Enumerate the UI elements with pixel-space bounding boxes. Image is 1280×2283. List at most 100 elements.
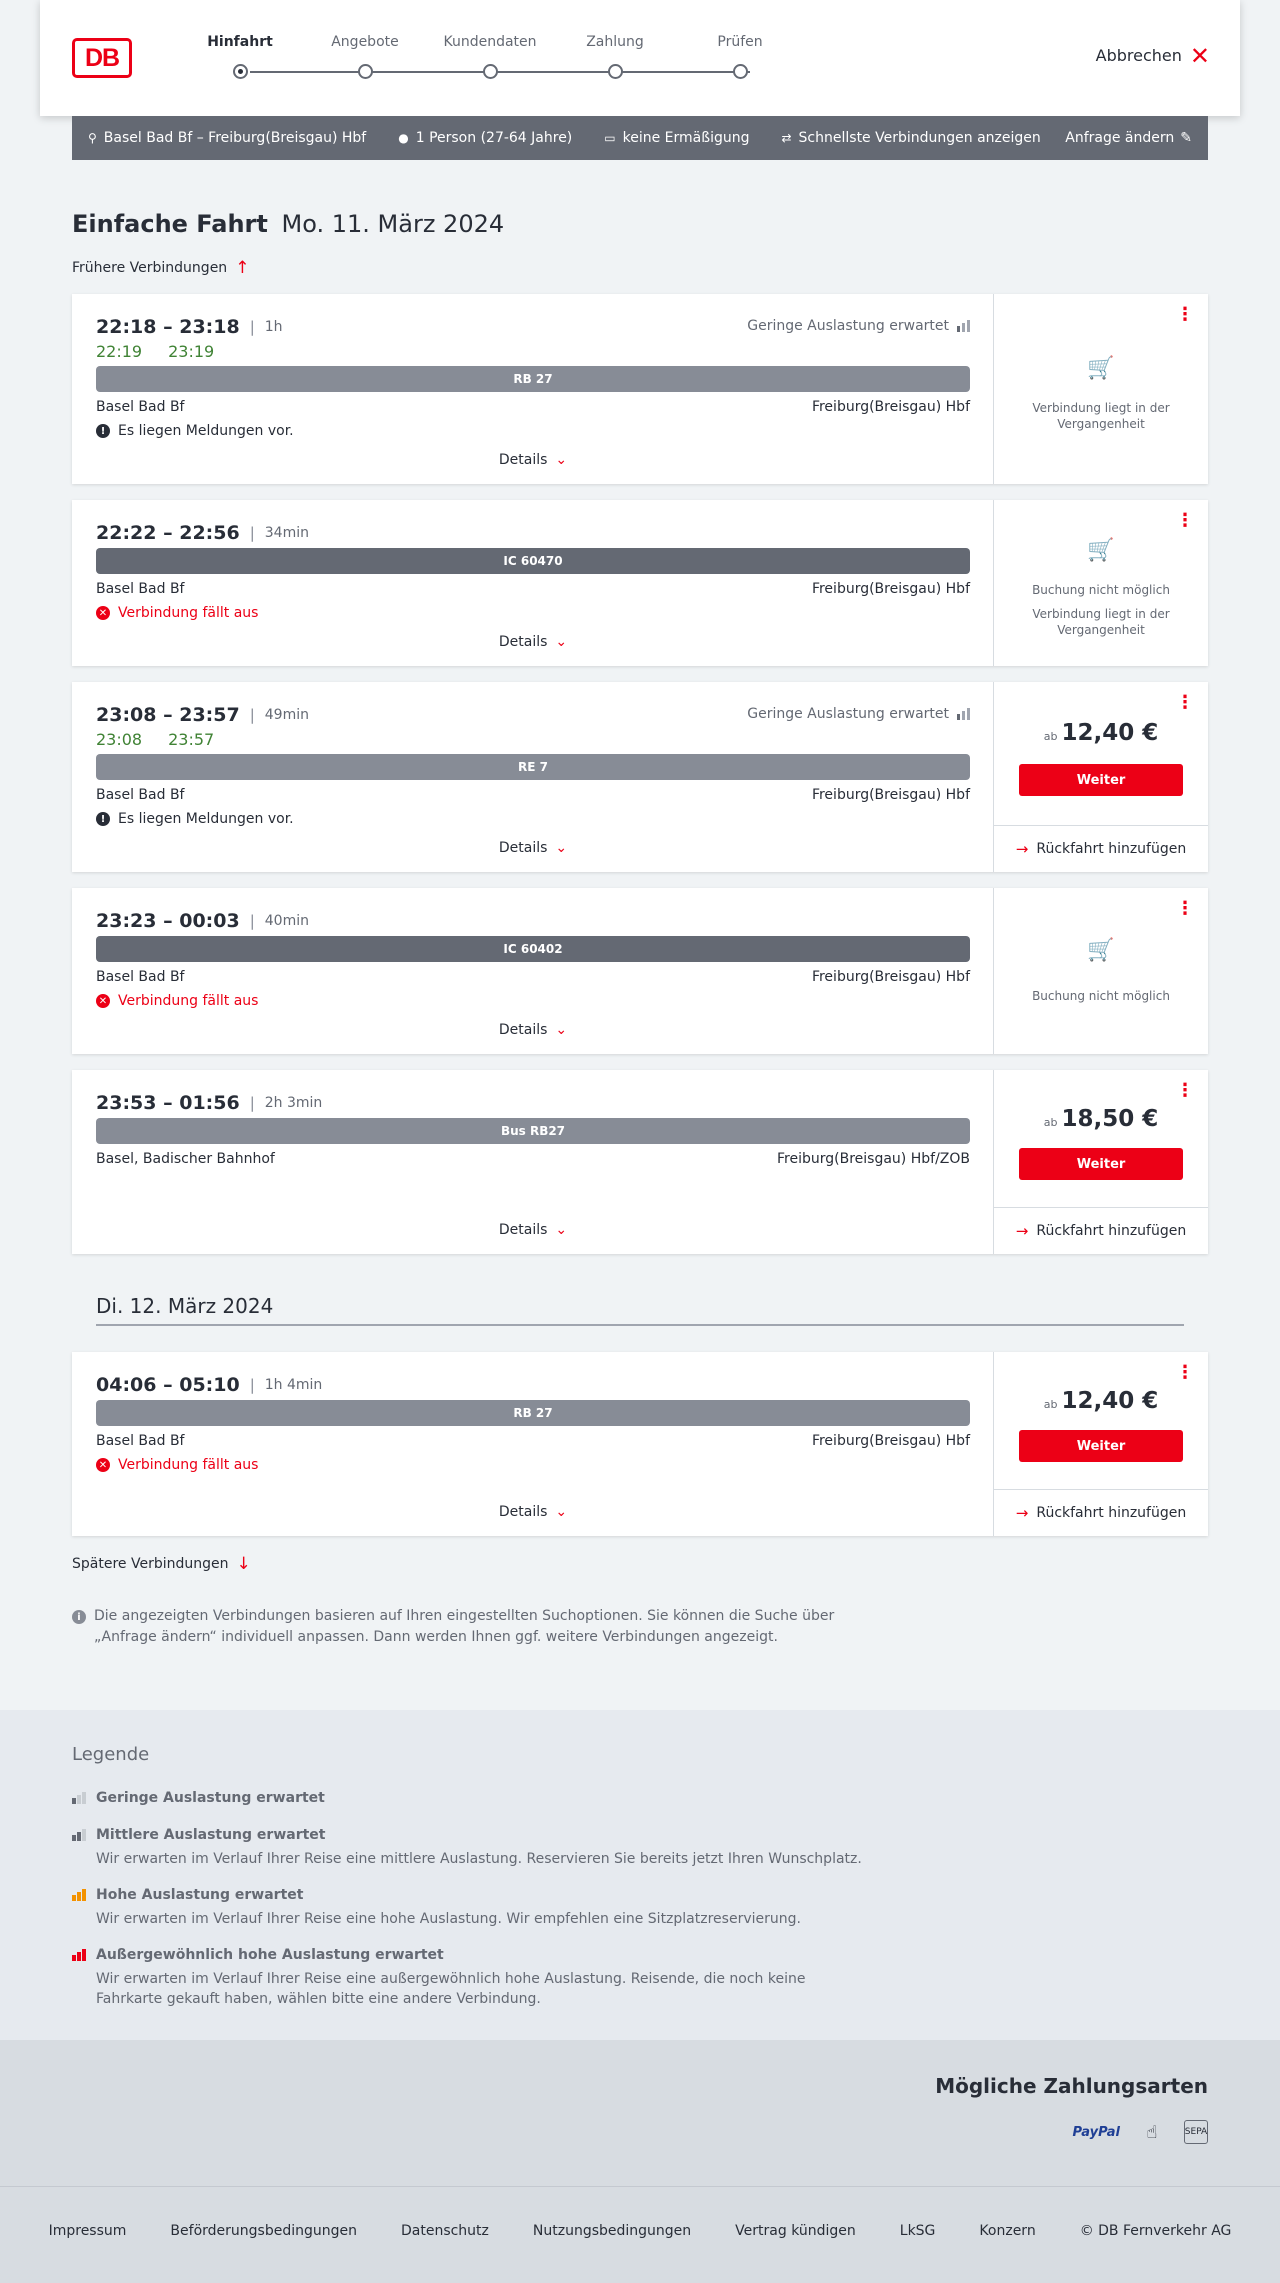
footer-link-datenschutz[interactable]: Datenschutz [401,2223,489,2239]
step-angebote[interactable]: Angebote [305,34,425,79]
realtime-times: 23:08 23:57 [96,730,215,749]
later-connections-link[interactable]: Spätere Verbindungen ↓ [72,1554,251,1574]
connection-info: 04:06 – 05:10 | 1h 4min RB 27 Basel Bad B… [72,1352,994,1536]
footer-link-vertrag-kuendigen[interactable]: Vertrag kündigen [735,2223,856,2239]
legend-item-medium: Mittlere Auslastung erwartet Wir erwarte… [72,1827,872,1869]
discount-summary: ▭ keine Ermäßigung [604,130,750,146]
info-note: i Die angezeigten Verbindungen basieren … [72,1606,852,1648]
train-bar[interactable]: IC 60470 [96,548,970,574]
offer-panel: ⋮ 🛒 Buchung nicht möglich Verbindung lie… [994,500,1208,666]
notice-message: ! Es liegen Meldungen vor. [96,811,294,827]
add-return-button[interactable]: → Rückfahrt hinzufügen [994,825,1208,872]
cancelled-x-icon: ✕ [96,606,110,620]
low-occupancy-icon [72,1792,88,1804]
more-options-icon[interactable]: ⋮ [1176,306,1194,324]
stations: Basel Bad Bf Freiburg(Breisgau) Hbf [96,1433,970,1449]
legend-item-low: Geringe Auslastung erwartet [72,1790,872,1806]
earlier-connections-link[interactable]: Frühere Verbindungen ↑ [72,258,249,278]
location-pin-icon: ⚲ [88,131,97,145]
connection-card: 22:22 – 22:56 | 34min IC 60470 Basel Bad … [72,500,1208,666]
train-bar[interactable]: RE 7 [96,754,970,780]
footer-links: Impressum Beförderungsbedingungen Datens… [0,2223,1280,2239]
more-options-icon[interactable]: ⋮ [1176,1364,1194,1382]
train-bar[interactable]: RB 27 [96,1400,970,1426]
offer-panel: ⋮ ab 18,50 € Weiter → Rückfahrt hinzufügen [994,1070,1208,1254]
details-button[interactable]: Details ⌄ [72,634,994,650]
connection-card: 22:18 – 23:18 | 1h 22:19 23:19 Geringe Aus… [72,294,1208,484]
train-bar[interactable]: IC 60402 [96,936,970,962]
low-occupancy-icon [957,320,971,332]
arrow-right-icon: → [1015,840,1029,858]
step-dot [233,64,248,79]
connection-info: 22:22 – 22:56 | 34min IC 60470 Basel Bad … [72,500,994,666]
pencil-icon: ✎ [1180,130,1192,146]
more-options-icon[interactable]: ⋮ [1176,900,1194,918]
train-bar[interactable]: RB 27 [96,366,970,392]
occupancy-indicator: Geringe Auslastung erwartet [747,318,971,334]
step-hinfahrt[interactable]: Hinfahrt [180,34,300,79]
continue-button[interactable]: Weiter [1019,1148,1183,1180]
cancellation-message: ✕ Verbindung fällt aus [96,605,258,621]
step-kundendaten[interactable]: Kundendaten [430,34,550,79]
payment-methods: Mögliche Zahlungsarten PayPal ☝ SEPA [0,2040,1280,2186]
step-dot [608,64,623,79]
more-options-icon[interactable]: ⋮ [1176,512,1194,530]
details-button[interactable]: Details ⌄ [72,1022,994,1038]
chevron-down-icon: ⌄ [555,840,568,856]
db-logo[interactable]: DB [72,38,132,78]
add-return-button[interactable]: → Rückfahrt hinzufügen [994,1207,1208,1254]
legend: Legende Geringe Auslastung erwartet Mitt… [0,1710,1280,2040]
search-summary-bar: ⚲ Basel Bad Bf – Freiburg(Breisgau) Hbf … [72,116,1208,160]
add-return-button[interactable]: → Rückfahrt hinzufügen [994,1489,1208,1536]
price: ab 12,40 € [1043,1388,1159,1414]
cart-unavailable-icon: 🛒 [1087,356,1115,381]
footer-copyright: © DB Fernverkehr AG [1079,2223,1232,2239]
footer-link-lksg[interactable]: LkSG [900,2223,936,2239]
passenger-summary: ● 1 Person (27-64 Jahre) [398,130,573,146]
footer-link-nutzungsbedingungen[interactable]: Nutzungsbedingungen [533,2223,691,2239]
footer-link-konzern[interactable]: Konzern [979,2223,1035,2239]
more-options-icon[interactable]: ⋮ [1176,694,1194,712]
offer-panel: ⋮ ab 12,40 € Weiter → Rückfahrt hinzufügen [994,1352,1208,1536]
connection-times: 23:53 – 01:56 | 2h 3min [96,1092,323,1114]
cancel-button[interactable]: Abbrechen ✕ [1096,44,1210,68]
details-button[interactable]: Details ⌄ [72,452,994,468]
details-button[interactable]: Details ⌄ [72,1222,994,1238]
step-zahlung[interactable]: Zahlung [555,34,675,79]
paypal-icon: PayPal [1072,2124,1120,2140]
info-icon: i [72,1610,86,1624]
swap-arrows-icon: ⇄ [781,131,792,145]
exclamation-icon: ! [96,812,110,826]
footer: Impressum Beförderungsbedingungen Datens… [0,2186,1280,2283]
sepa-icon: SEPA [1184,2120,1208,2144]
page-title: Einfache Fahrt Mo. 11. März 2024 [72,210,505,238]
continue-button[interactable]: Weiter [1019,1430,1183,1462]
details-button[interactable]: Details ⌄ [72,1504,994,1520]
change-request-button[interactable]: Anfrage ändern ✎ [1065,130,1192,146]
connection-info: 23:53 – 01:56 | 2h 3min Bus RB27 Basel, B… [72,1070,994,1254]
high-occupancy-icon [72,1889,88,1901]
notice-message: ! Es liegen Meldungen vor. [96,423,294,439]
price: ab 12,40 € [1043,720,1159,746]
step-dot [733,64,748,79]
continue-button[interactable]: Weiter [1019,764,1183,796]
fastest-connections-toggle[interactable]: ⇄ Schnellste Verbindungen anzeigen [781,130,1040,146]
footer-link-befoerderungsbedingungen[interactable]: Beförderungsbedingungen [170,2223,357,2239]
footer-link-impressum[interactable]: Impressum [49,2223,127,2239]
connection-card: 23:53 – 01:56 | 2h 3min Bus RB27 Basel, B… [72,1070,1208,1254]
low-occupancy-icon [957,708,971,720]
legend-item-extreme: Außergewöhnlich hohe Auslastung erwartet… [72,1947,872,2009]
stations: Basel, Badischer Bahnhof Freiburg(Breisg… [96,1151,970,1167]
details-button[interactable]: Details ⌄ [72,840,994,856]
more-options-icon[interactable]: ⋮ [1176,1082,1194,1100]
train-bar[interactable]: Bus RB27 [96,1118,970,1144]
stations: Basel Bad Bf Freiburg(Breisgau) Hbf [96,399,970,415]
cart-unavailable-icon: 🛒 [1087,538,1115,563]
price: ab 18,50 € [1043,1106,1159,1132]
step-pruefen[interactable]: Prüfen [680,34,800,79]
header: DB Hinfahrt Angebote Kundendaten Zahlung… [40,0,1240,116]
chevron-down-icon: ⌄ [555,452,568,468]
connection-times: 22:22 – 22:56 | 34min [96,522,309,544]
extreme-occupancy-icon [72,1949,88,1961]
route-summary: ⚲ Basel Bad Bf – Freiburg(Breisgau) Hbf [88,130,367,146]
